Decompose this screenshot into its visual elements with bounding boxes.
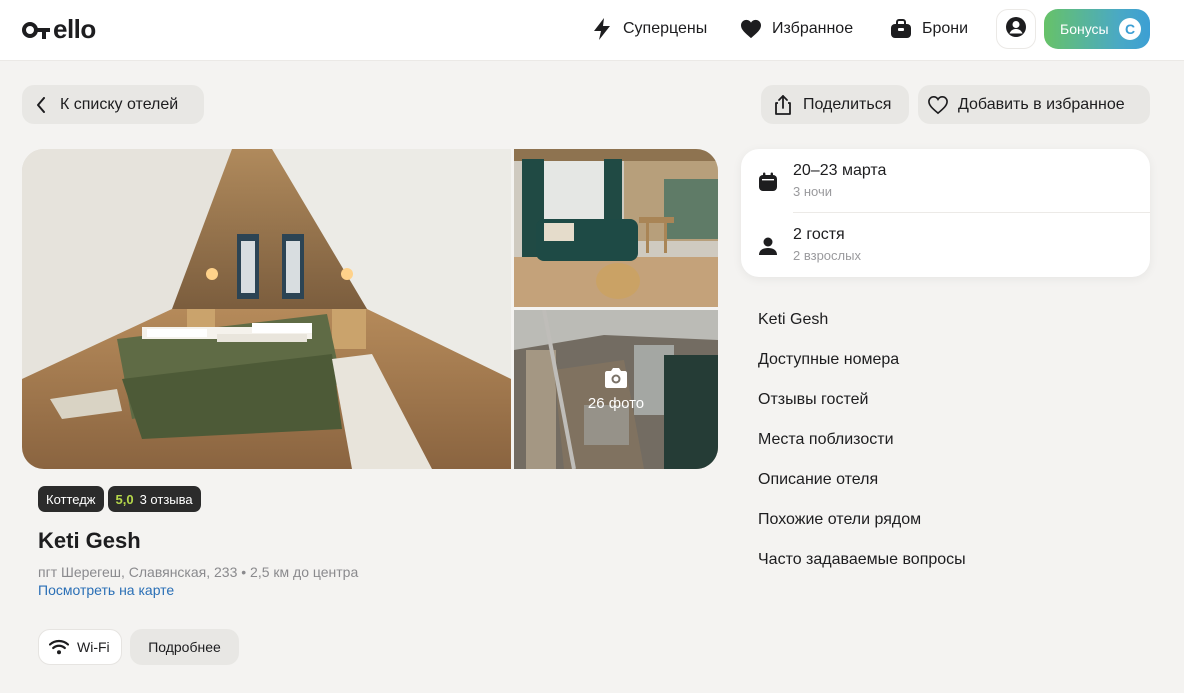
photo-gallery: 26 фото: [22, 149, 718, 469]
hotel-name: Keti Gesh: [38, 528, 141, 553]
nav-bookings[interactable]: Брони: [890, 16, 968, 42]
lightning-icon: [591, 18, 613, 40]
nav-favorites-label: Избранное: [772, 20, 854, 37]
logo-mark-icon: [22, 21, 52, 39]
amenity-wifi-label: Wi-Fi: [77, 639, 110, 655]
guests-detail: 2 взрослых: [793, 248, 861, 263]
profile-button[interactable]: [996, 9, 1036, 49]
nav-bookings-label: Брони: [922, 20, 969, 37]
nav-favorites[interactable]: Избранное: [740, 16, 853, 42]
property-type-badge: Коттедж: [38, 486, 104, 512]
bonus-label: Бонусы: [1060, 21, 1109, 37]
logo-text: ello: [53, 14, 96, 44]
bonus-button[interactable]: Бонусы C: [1044, 9, 1150, 49]
section-link-hotel[interactable]: Keti Gesh: [758, 311, 966, 351]
section-navigation: Keti Gesh Доступные номера Отзывы гостей…: [758, 311, 966, 591]
wifi-icon: [49, 639, 69, 655]
nav-super-prices-label: Суперцены: [623, 20, 708, 37]
photo-living-room[interactable]: [514, 149, 718, 307]
hotel-address: пгт Шерегеш, Славянская, 233 • 2,5 км до…: [38, 564, 359, 580]
more-details-button[interactable]: Подробнее: [130, 629, 239, 665]
share-button[interactable]: Поделиться: [761, 85, 909, 124]
section-link-rooms[interactable]: Доступные номера: [758, 351, 966, 391]
view-on-map-link[interactable]: Посмотреть на карте: [38, 582, 174, 598]
camera-icon: [604, 367, 628, 389]
heart-icon: [740, 18, 762, 40]
hotel-badges: Коттедж 5,0 3 отзыва: [38, 486, 201, 512]
add-to-favorites-button[interactable]: Добавить в избранное: [918, 85, 1150, 124]
main-photo-bedroom[interactable]: [22, 149, 511, 469]
reviews-count: 3 отзыва: [139, 491, 193, 507]
add-favorite-label: Добавить в избранное: [958, 95, 1125, 113]
suitcase-icon: [890, 18, 912, 40]
section-link-similar[interactable]: Похожие отели рядом: [758, 511, 966, 551]
nav-super-prices[interactable]: Суперцены: [591, 16, 707, 42]
otello-logo[interactable]: ello: [22, 14, 96, 45]
amenity-wifi: Wi-Fi: [38, 629, 122, 665]
section-link-reviews[interactable]: Отзывы гостей: [758, 391, 966, 431]
back-to-list-button[interactable]: К списку отелей: [22, 85, 204, 124]
guests-selector[interactable]: 2 гостя 2 взрослых: [741, 213, 1150, 277]
share-label: Поделиться: [803, 95, 892, 113]
person-icon: [757, 235, 779, 257]
back-label: К списку отелей: [60, 95, 179, 113]
top-header: ello Суперцены Избранное Брони Бонусы C: [0, 0, 1184, 61]
dates-selector[interactable]: 20–23 марта 3 ночи: [741, 149, 1150, 213]
chevron-left-icon: [36, 96, 46, 113]
user-avatar-icon: [1005, 16, 1027, 43]
rating-badge[interactable]: 5,0 3 отзыва: [107, 486, 201, 512]
photo-count-label: 26 фото: [587, 395, 645, 412]
section-link-faq[interactable]: Часто задаваемые вопросы: [758, 551, 966, 591]
heart-outline-icon: [926, 93, 950, 117]
booking-card: 20–23 марта 3 ночи 2 гостя 2 взрослых: [741, 149, 1150, 277]
bonus-coin-icon: C: [1119, 18, 1141, 40]
calendar-icon: [757, 171, 779, 193]
section-link-description[interactable]: Описание отеля: [758, 471, 966, 511]
dates-value: 20–23 марта: [793, 162, 887, 179]
share-icon: [771, 93, 795, 117]
rating-value: 5,0: [115, 491, 134, 507]
section-link-nearby[interactable]: Места поблизости: [758, 431, 966, 471]
guests-value: 2 гостя: [793, 226, 845, 243]
photo-count-overlay[interactable]: 26 фото: [514, 310, 718, 469]
photo-more[interactable]: 26 фото: [514, 310, 718, 469]
nights-value: 3 ночи: [793, 184, 832, 199]
